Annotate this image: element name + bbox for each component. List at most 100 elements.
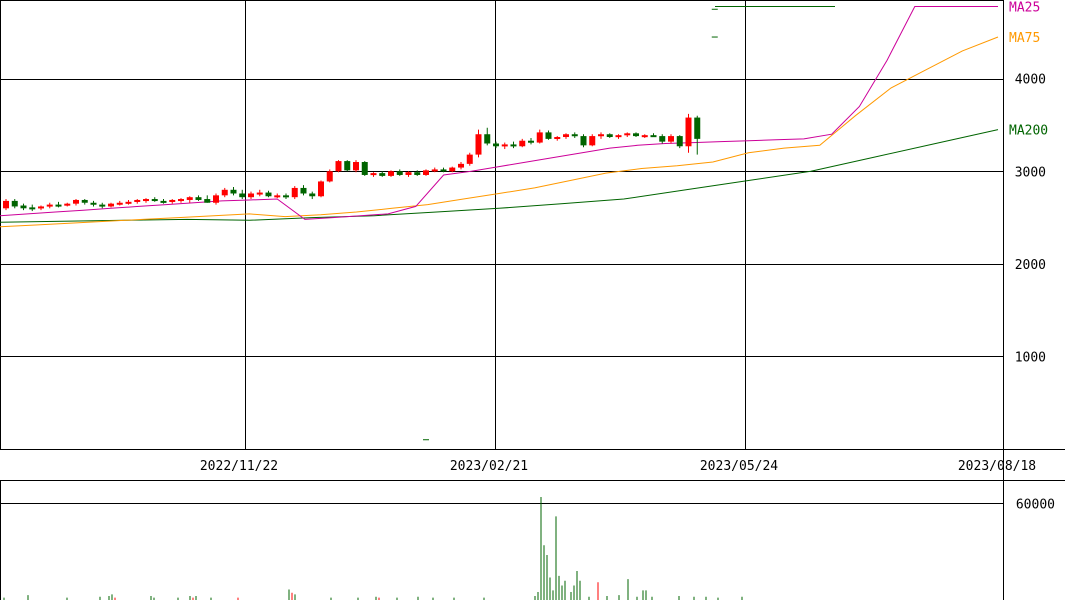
candle-body (493, 143, 499, 147)
candle-body (528, 140, 534, 143)
candle-body (606, 134, 613, 138)
candle-body (423, 170, 429, 175)
candle-body (685, 117, 692, 147)
candle-body (563, 134, 569, 138)
candle-body (624, 133, 631, 136)
volume-tick-label: 60000 (1016, 497, 1055, 512)
candle-body (186, 197, 193, 200)
ma75-line (0, 36, 999, 228)
candle-body (283, 195, 289, 198)
candle-body (81, 199, 88, 203)
candle-body (361, 162, 368, 175)
candle-body (134, 199, 141, 202)
candle-body (353, 162, 359, 171)
candle-body (545, 132, 552, 139)
candle-body (248, 193, 254, 198)
price-grid (0, 0, 1065, 600)
volume-grid (0, 481, 1003, 600)
candle-body (414, 172, 421, 175)
candle-body (73, 199, 79, 204)
candle-body (388, 171, 394, 176)
price-frame (0, 0, 1004, 450)
candle-body (300, 187, 307, 194)
candle-body (11, 200, 18, 207)
ma-legend: MA25 MA75 MA200 (1009, 0, 1048, 138)
candle-body (326, 171, 333, 182)
candle-body (458, 163, 464, 168)
candle-body (484, 134, 491, 144)
candle-body (64, 203, 71, 206)
ma25-line (0, 6, 998, 220)
candle-body (213, 195, 219, 203)
candle-body (143, 199, 149, 202)
candle-body (116, 202, 123, 205)
candle-body (291, 187, 298, 198)
candle-body (274, 195, 281, 198)
candle-body (501, 144, 508, 147)
candle-body (571, 134, 578, 137)
candle-body (650, 135, 657, 138)
candle-body (379, 173, 386, 176)
candle-body (449, 167, 456, 172)
volume-axis: 60000 (1016, 497, 1055, 512)
date-tick-label: 2023/05/24 (700, 459, 778, 474)
candle-body (38, 206, 44, 209)
candle-body (309, 193, 316, 197)
date-tick-label: 2023/02/21 (450, 459, 528, 474)
candle-body (239, 193, 246, 198)
candle-body (344, 161, 351, 171)
candle-body (431, 169, 438, 172)
candle-body (99, 204, 106, 207)
candle-body (370, 173, 377, 176)
candle-body (29, 207, 36, 210)
candle-body (554, 137, 561, 140)
candle-body (335, 161, 342, 172)
candle-body (230, 189, 237, 194)
candle-body (668, 136, 674, 142)
candle-body (169, 199, 176, 202)
candle-body (221, 189, 228, 196)
candle-body (396, 171, 403, 175)
candle-body (580, 136, 587, 146)
candle-body (265, 192, 272, 197)
candle-body (659, 136, 666, 142)
candle-body (125, 201, 132, 204)
candle-body (160, 200, 167, 203)
candle-body (55, 204, 62, 207)
candle-body (3, 200, 9, 209)
candle-body (204, 199, 211, 203)
legend-ma75: MA75 (1009, 31, 1040, 46)
moving-averages (0, 6, 999, 228)
candle-body (641, 135, 648, 138)
date-tick-label: 2022/11/22 (200, 459, 278, 474)
legend-ma25: MA25 (1009, 0, 1040, 15)
candle-body (90, 202, 97, 205)
candle-body (676, 136, 683, 147)
candle-body (536, 132, 543, 143)
candle-body (318, 181, 324, 197)
candle-body (405, 172, 412, 175)
candle-body (178, 199, 184, 202)
candle-body (46, 204, 53, 207)
candle-body (108, 203, 114, 207)
candle-body (256, 192, 263, 195)
candle-body (510, 144, 517, 147)
date-axis: 2022/11/22 2023/02/21 2023/05/24 2023/08/18 (0, 459, 1065, 481)
price-tick-label: 4000 (1015, 73, 1046, 88)
candle-body (20, 205, 27, 209)
volume-bars (3, 497, 743, 600)
ma200-line (0, 129, 999, 223)
candle-body (440, 169, 447, 172)
candle-body (475, 134, 482, 155)
price-axis: 1000 2000 3000 4000 (1015, 73, 1046, 366)
candle-body (694, 117, 701, 139)
price-tick-label: 2000 (1015, 258, 1046, 273)
price-tick-label: 1000 (1015, 350, 1046, 365)
candle-body (598, 134, 604, 137)
stock-chart: 1000 2000 3000 4000 MA25 MA75 MA200 2022/11/2… (0, 0, 1065, 600)
candle-body (633, 133, 639, 137)
candlesticks (3, 5, 835, 441)
candle-body (151, 199, 158, 202)
date-tick-label: 2023/08/18 (958, 459, 1036, 474)
candle-body (195, 197, 202, 200)
